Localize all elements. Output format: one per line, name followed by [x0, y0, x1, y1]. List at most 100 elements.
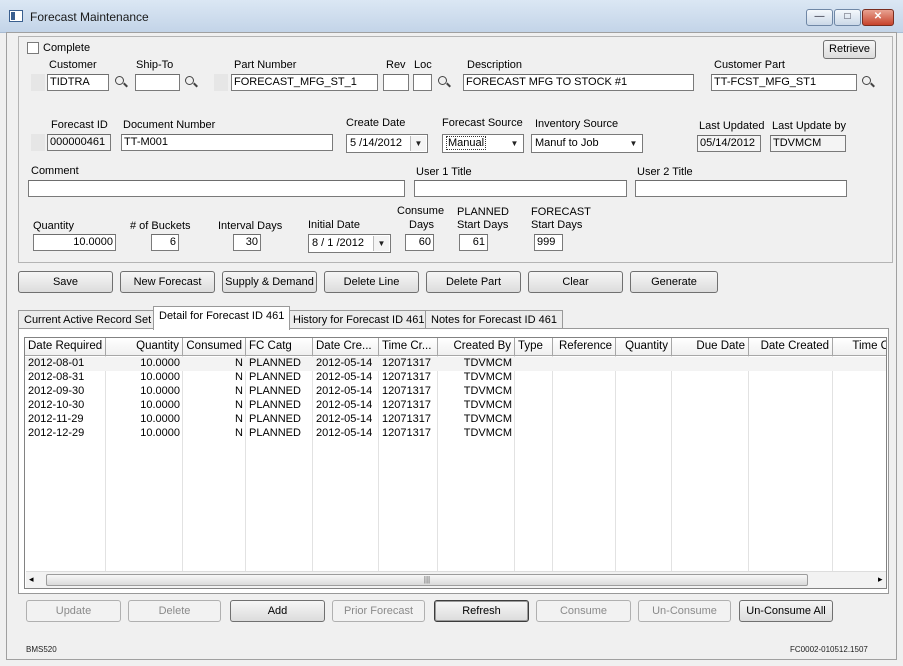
column-header[interactable]: Created By [438, 338, 515, 356]
forecast-start-field[interactable]: 999 [534, 234, 563, 251]
ship-to-field[interactable] [135, 74, 180, 91]
detail-grid[interactable]: Date Required Quantity Consumed FC Catg … [24, 337, 887, 589]
customer-field[interactable]: TIDTRA [47, 74, 109, 91]
chevron-down-icon[interactable]: ▼ [626, 136, 641, 151]
un-consume-button[interactable]: Un-Consume [638, 600, 731, 622]
minimize-button[interactable]: — [806, 9, 833, 26]
column-header[interactable]: Time C [833, 338, 886, 356]
table-row[interactable]: 2012-09-30 10.0000 N PLANNED 2012-05-14 12071… [25, 385, 886, 399]
table-cell: N [235, 385, 243, 397]
part-number-label: Part Number [234, 59, 297, 71]
buckets-field[interactable]: 6 [151, 234, 179, 251]
table-cell: 10.0000 [140, 399, 180, 411]
refresh-button[interactable]: Refresh [434, 600, 529, 622]
column-header[interactable]: Quantity [106, 338, 183, 356]
loc-search-icon[interactable] [437, 75, 451, 89]
column-header[interactable]: Date Cre... [313, 338, 379, 356]
customer-part-field[interactable]: TT-FCST_MFG_ST1 [711, 74, 857, 91]
delete-line-button[interactable]: Delete Line [324, 271, 419, 293]
table-row[interactable]: 2012-08-31 10.0000 N PLANNED 2012-05-14 12071… [25, 371, 886, 385]
table-cell: 2012-05-14 [316, 399, 373, 411]
create-date-picker[interactable]: 5 /14/2012 ▼ [346, 134, 428, 153]
interval-days-field[interactable]: 30 [233, 234, 261, 251]
clear-button[interactable]: Clear [528, 271, 623, 293]
document-number-label: Document Number [123, 119, 216, 131]
column-header[interactable]: Consumed [183, 338, 246, 356]
quantity-field[interactable]: 10.0000 [33, 234, 116, 251]
table-cell: TDVMCM [463, 385, 512, 397]
user2-title-field[interactable] [635, 180, 847, 197]
inventory-source-select[interactable]: Manuf to Job ▼ [531, 134, 643, 153]
user1-title-field[interactable] [414, 180, 627, 197]
chevron-down-icon[interactable]: ▼ [507, 136, 522, 151]
table-cell: 12071317 [382, 413, 431, 425]
scroll-left-icon[interactable]: ◂ [29, 574, 34, 585]
supply-demand-button[interactable]: Supply & Demand [222, 271, 317, 293]
loc-field[interactable] [413, 74, 432, 91]
generate-button[interactable]: Generate [630, 271, 718, 293]
document-number-field[interactable]: TT-M001 [121, 134, 333, 151]
rev-field[interactable] [383, 74, 409, 91]
inventory-source-value: Manuf to Job [535, 137, 599, 149]
table-cell: 10.0000 [140, 413, 180, 425]
column-header[interactable]: Date Required [25, 338, 106, 356]
column-header[interactable]: Time Cr... [379, 338, 438, 356]
update-button[interactable]: Update [26, 600, 121, 622]
column-header[interactable]: Due Date [672, 338, 749, 356]
tab-history[interactable]: History for Forecast ID 461 [287, 310, 431, 329]
last-updated-label: Last Updated [699, 120, 765, 132]
tab-current-active-record-set[interactable]: Current Active Record Set [18, 310, 158, 329]
last-updated-field: 05/14/2012 [697, 135, 761, 152]
chevron-down-icon[interactable]: ▼ [373, 236, 389, 251]
scroll-right-icon[interactable]: ▸ [878, 574, 883, 585]
tab-notes[interactable]: Notes for Forecast ID 461 [425, 310, 563, 329]
comment-field[interactable] [28, 180, 405, 197]
column-header[interactable]: Reference [553, 338, 616, 356]
delete-part-button[interactable]: Delete Part [426, 271, 521, 293]
interval-days-label: Interval Days [218, 220, 283, 232]
save-button[interactable]: Save [18, 271, 113, 293]
initial-date-picker[interactable]: 8 / 1 /2012 ▼ [308, 234, 391, 253]
column-header[interactable]: Type [515, 338, 553, 356]
un-consume-all-button[interactable]: Un-Consume All [739, 600, 833, 622]
complete-checkbox[interactable] [27, 42, 39, 54]
horizontal-scrollbar[interactable]: ◂ ||| ▸ [26, 571, 886, 588]
scroll-thumb[interactable]: ||| [46, 574, 808, 586]
consume-days-label-1: Consume [397, 205, 445, 217]
column-header[interactable]: Quantity [616, 338, 672, 356]
consume-button[interactable]: Consume [536, 600, 631, 622]
part-number-field[interactable]: FORECAST_MFG_ST_1 [231, 74, 378, 91]
retrieve-button[interactable]: Retrieve [823, 40, 876, 59]
description-field[interactable]: FORECAST MFG TO STOCK #1 [463, 74, 694, 91]
planned-start-field[interactable]: 61 [459, 234, 488, 251]
table-cell: 12071317 [382, 385, 431, 397]
chevron-down-icon[interactable]: ▼ [410, 136, 426, 151]
table-row[interactable]: 2012-12-29 10.0000 N PLANNED 2012-05-14 12071… [25, 427, 886, 441]
table-row[interactable]: 2012-10-30 10.0000 N PLANNED 2012-05-14 12071… [25, 399, 886, 413]
tab-detail[interactable]: Detail for Forecast ID 461 [153, 306, 291, 330]
customer-part-search-icon[interactable] [861, 75, 875, 89]
last-update-by-label: Last Update by [772, 120, 846, 132]
table-cell: 2012-08-31 [28, 371, 85, 383]
table-row[interactable]: 2012-11-29 10.0000 N PLANNED 2012-05-14 12071… [25, 413, 886, 427]
table-row[interactable]: 2012-08-01 10.0000 N PLANNED 2012-05-14 12071… [25, 357, 886, 371]
forecast-id-stub [31, 134, 45, 151]
table-cell: TDVMCM [463, 371, 512, 383]
customer-search-icon[interactable] [114, 75, 128, 89]
new-forecast-button[interactable]: New Forecast [120, 271, 215, 293]
rev-label: Rev [386, 59, 406, 71]
column-header[interactable]: Date Created [749, 338, 833, 356]
ship-to-search-icon[interactable] [184, 75, 198, 89]
table-cell: 2012-05-14 [316, 413, 373, 425]
delete-button[interactable]: Delete [128, 600, 221, 622]
forecast-source-select[interactable]: Manual ▼ [442, 134, 524, 153]
close-button[interactable]: ✕ [862, 9, 894, 26]
prior-forecast-button[interactable]: Prior Forecast [332, 600, 425, 622]
maximize-button[interactable]: □ [834, 9, 861, 26]
ship-to-label: Ship-To [136, 59, 174, 71]
consume-days-field[interactable]: 60 [405, 234, 434, 251]
column-header[interactable]: FC Catg [246, 338, 313, 356]
table-cell: N [235, 371, 243, 383]
table-cell: 2012-10-30 [28, 399, 85, 411]
add-button[interactable]: Add [230, 600, 325, 622]
